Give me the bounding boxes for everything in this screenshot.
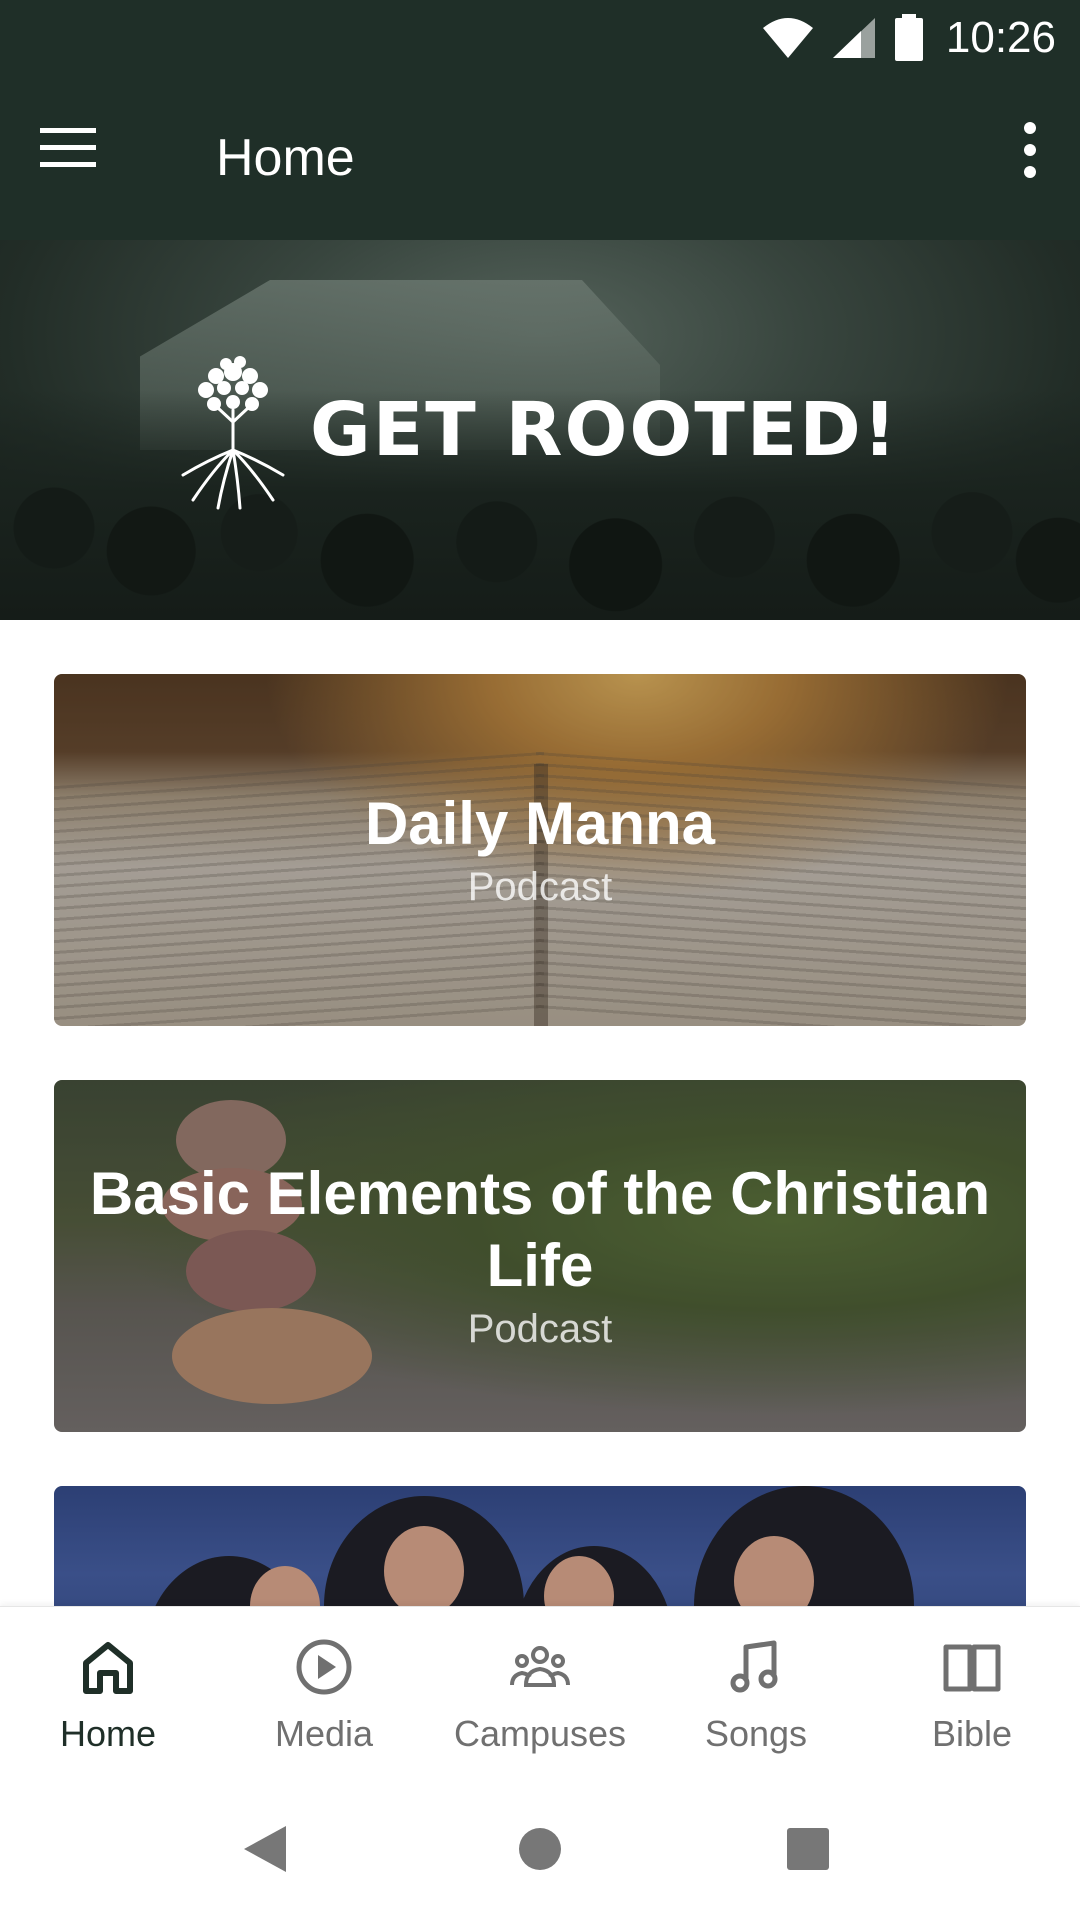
nav-label: Bible: [931, 1713, 1013, 1754]
card-title: Basic Elements of the Christian Life: [89, 1160, 991, 1299]
hero-title: GET ROOTED!: [310, 387, 899, 473]
nav-media[interactable]: Media: [216, 1607, 432, 1777]
nav-label: Campuses: [453, 1713, 627, 1754]
tree-logo-icon: [181, 356, 285, 510]
page-title: Home: [216, 129, 355, 187]
nav-home[interactable]: Home: [0, 1607, 216, 1777]
system-navigation-bar: [0, 1776, 1080, 1920]
nav-label: Home: [59, 1713, 157, 1754]
nav-campuses[interactable]: Campuses: [432, 1607, 648, 1777]
card-content: Basic Elements of the Christian Life Pod…: [84, 1080, 996, 1432]
wifi-icon: [763, 18, 813, 58]
recents-icon[interactable]: [785, 1826, 831, 1872]
status-bar: 10:26: [0, 0, 1080, 76]
app-bar: Home: [0, 76, 1080, 240]
more-options-button[interactable]: [992, 120, 1056, 196]
back-icon[interactable]: [240, 1822, 290, 1876]
group-icon: [510, 1646, 570, 1687]
card-subtitle: Podcast: [467, 865, 613, 909]
nav-label: Songs: [704, 1713, 808, 1754]
home-icon: [83, 1642, 133, 1694]
book-icon: [943, 1644, 1001, 1692]
nav-bible[interactable]: Bible: [864, 1607, 1080, 1777]
music-note-icon: [730, 1640, 778, 1693]
daily-manna-card[interactable]: Daily Manna Podcast: [54, 674, 1026, 1026]
more-vert-icon: [1024, 122, 1036, 178]
card-title: Daily Manna: [364, 790, 716, 857]
hamburger-menu-icon: [40, 128, 96, 167]
nav-songs[interactable]: Songs: [648, 1607, 864, 1777]
play-circle-icon: [296, 1639, 352, 1695]
bottom-navigation: Home Media Campuses Songs Bible: [0, 1606, 1080, 1777]
person-face: [384, 1526, 464, 1616]
menu-button[interactable]: [40, 126, 130, 190]
home-circle-icon[interactable]: [517, 1826, 563, 1872]
battery-icon: [895, 14, 923, 61]
hero-banner[interactable]: GET ROOTED!: [0, 240, 1080, 620]
basic-elements-card[interactable]: Basic Elements of the Christian Life Pod…: [54, 1080, 1026, 1432]
status-time: 10:26: [945, 13, 1056, 62]
signal-icon: [833, 18, 875, 58]
card-content: Daily Manna Podcast: [84, 674, 996, 1026]
nav-label: Media: [274, 1713, 374, 1754]
status-icons: [761, 14, 925, 62]
card-subtitle: Podcast: [467, 1307, 613, 1351]
